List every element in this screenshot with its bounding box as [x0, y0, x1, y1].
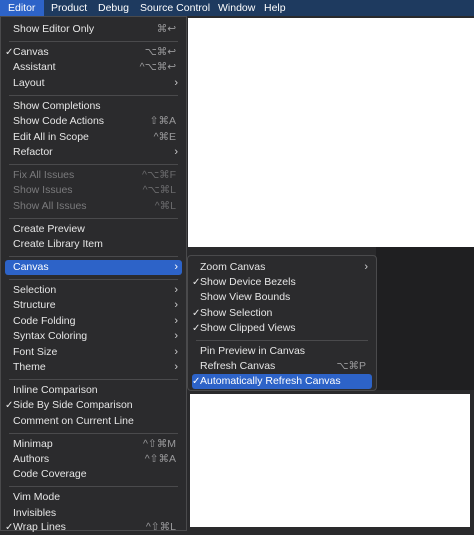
menu-item-pin-preview[interactable]: Pin Preview in Canvas [192, 344, 372, 359]
editor-menu: Show Editor Only ⌘↩ ✓ Canvas ⌥⌘↩ Assista… [0, 16, 187, 533]
menu-item-inline-comparison[interactable]: Inline Comparison [5, 383, 182, 398]
menu-item-edit-all-in-scope[interactable]: Edit All in Scope ^⌘E [5, 130, 182, 145]
menu-separator [9, 433, 178, 434]
chevron-right-icon: › [364, 261, 368, 273]
menu-separator [196, 340, 368, 341]
menu-separator [9, 41, 178, 42]
menu-item-refresh-canvas[interactable]: Refresh Canvas ⌥⌘P [192, 359, 372, 374]
chevron-right-icon: › [174, 315, 178, 327]
menu-item-code-coverage[interactable]: Code Coverage [5, 467, 182, 482]
menu-item-structure[interactable]: Structure › [5, 298, 182, 313]
canvas-submenu: Zoom Canvas › ✓ Show Device Bezels Show … [187, 255, 377, 391]
menu-item-auto-refresh-canvas[interactable]: ✓ Automatically Refresh Canvas [192, 374, 372, 389]
chevron-right-icon: › [174, 299, 178, 311]
menu-item-show-all-issues[interactable]: Show All Issues ^⌘L [5, 199, 182, 214]
menu-separator [9, 218, 178, 219]
menu-item-canvas-submenu[interactable]: Canvas › [5, 260, 182, 275]
chevron-right-icon: › [174, 361, 178, 373]
menu-item-show-issues[interactable]: Show Issues ^⌥⌘L [5, 183, 182, 198]
canvas-preview-area[interactable] [188, 18, 474, 247]
editor-background [376, 247, 474, 390]
menu-separator [9, 95, 178, 96]
menu-item-show-view-bounds[interactable]: Show View Bounds [192, 290, 372, 305]
menu-item-comment-current-line[interactable]: Comment on Current Line [5, 414, 182, 429]
menubar-editor[interactable]: Editor [0, 0, 44, 16]
menu-item-fix-all-issues[interactable]: Fix All Issues ^⌥⌘F [5, 168, 182, 183]
menu-item-code-folding[interactable]: Code Folding › [5, 314, 182, 329]
menu-item-authors[interactable]: Authors ^⇧⌘A [5, 452, 182, 467]
checkmark-icon: ✓ [192, 323, 201, 334]
menubar-window[interactable]: Window [218, 0, 255, 16]
checkmark-icon: ✓ [192, 308, 201, 319]
menu-item-selection[interactable]: Selection › [5, 283, 182, 298]
menu-item-syntax-coloring[interactable]: Syntax Coloring › [5, 329, 182, 344]
menu-bar: Editor Product Debug Source Control Wind… [0, 0, 474, 16]
menu-item-invisibles[interactable]: Invisibles [5, 506, 182, 521]
menu-item-refactor[interactable]: Refactor › [5, 145, 182, 160]
menu-separator [9, 486, 178, 487]
chevron-right-icon: › [174, 284, 178, 296]
menu-separator [9, 164, 178, 165]
checkmark-icon: ✓ [5, 522, 14, 533]
menu-item-minimap[interactable]: Minimap ^⇧⌘M [5, 437, 182, 452]
menu-item-canvas[interactable]: ✓ Canvas ⌥⌘↩ [5, 45, 182, 60]
menu-item-show-clipped-views[interactable]: ✓ Show Clipped Views [192, 321, 372, 336]
menu-item-show-device-bezels[interactable]: ✓ Show Device Bezels [192, 275, 372, 290]
menu-item-wrap-lines[interactable]: ✓ Wrap Lines ^⇧⌘L [5, 520, 182, 535]
menu-item-create-library-item[interactable]: Create Library Item [5, 237, 182, 252]
menu-item-show-completions[interactable]: Show Completions [5, 99, 182, 114]
checkmark-icon: ✓ [5, 400, 14, 411]
menu-item-assistant[interactable]: Assistant ^⌥⌘↩ [5, 60, 182, 75]
menubar-help[interactable]: Help [264, 0, 286, 16]
menubar-product[interactable]: Product [51, 0, 87, 16]
chevron-right-icon: › [174, 330, 178, 342]
chevron-right-icon: › [174, 261, 178, 273]
menu-item-show-selection[interactable]: ✓ Show Selection [192, 306, 372, 321]
chevron-right-icon: › [174, 146, 178, 158]
canvas-preview-area-lower[interactable] [190, 394, 470, 527]
chevron-right-icon: › [174, 77, 178, 89]
menu-item-create-preview[interactable]: Create Preview [5, 222, 182, 237]
checkmark-icon: ✓ [5, 47, 14, 58]
menu-item-theme[interactable]: Theme › [5, 360, 182, 375]
menu-separator [9, 256, 178, 257]
menu-item-zoom-canvas[interactable]: Zoom Canvas › [192, 260, 372, 275]
menu-item-side-by-side-comparison[interactable]: ✓ Side By Side Comparison [5, 398, 182, 413]
menu-item-vim-mode[interactable]: Vim Mode [5, 490, 182, 505]
chevron-right-icon: › [174, 346, 178, 358]
menu-item-show-code-actions[interactable]: Show Code Actions ⇧⌘A [5, 114, 182, 129]
menu-item-show-editor-only[interactable]: Show Editor Only ⌘↩ [5, 22, 182, 37]
menu-item-font-size[interactable]: Font Size › [5, 345, 182, 360]
menubar-source-control[interactable]: Source Control [140, 0, 210, 16]
menu-separator [9, 379, 178, 380]
menubar-debug[interactable]: Debug [98, 0, 129, 16]
checkmark-icon: ✓ [192, 277, 201, 288]
menu-separator [9, 279, 178, 280]
checkmark-icon: ✓ [192, 376, 201, 387]
menu-item-layout[interactable]: Layout › [5, 76, 182, 91]
